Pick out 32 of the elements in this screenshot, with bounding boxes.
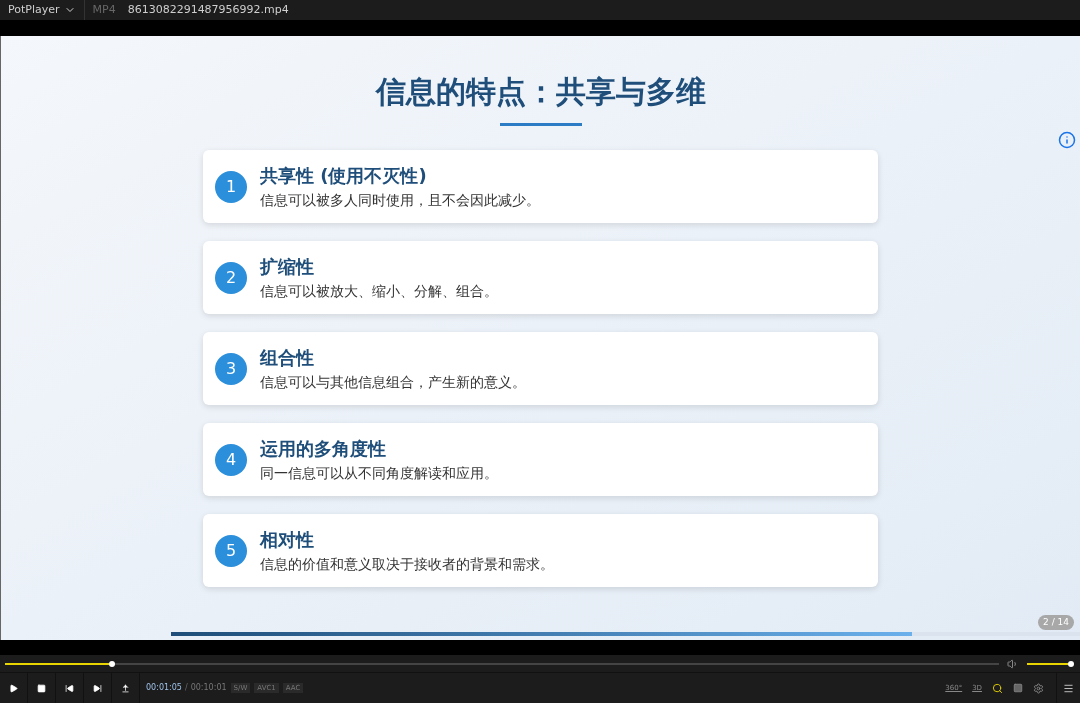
next-icon	[93, 683, 102, 693]
total-time: 00:10:01	[190, 682, 227, 694]
stop-icon	[37, 683, 46, 693]
point-heading: 运用的多角度性	[260, 436, 387, 461]
slide-title: 信息的特点：共享与多维	[375, 73, 706, 111]
point-heading: 组合性	[260, 345, 315, 370]
previous-icon	[65, 683, 74, 693]
volume-fill[interactable]	[1027, 662, 1071, 665]
panel-icon	[1013, 683, 1023, 693]
page-counter: 2 / 14	[1038, 614, 1074, 630]
app-menu-button[interactable]: PotPlayer	[0, 0, 85, 20]
time-separator: /	[184, 682, 188, 694]
file-name: 8613082291487956992.mp4	[126, 1, 290, 18]
settings-icon	[1033, 682, 1044, 694]
play-icon	[9, 683, 18, 693]
volume-thumb[interactable]	[1068, 660, 1074, 667]
seek-thumb[interactable]	[109, 660, 116, 667]
eject-icon	[121, 683, 130, 693]
format-label: MP4	[91, 1, 117, 18]
volume-icon	[1007, 657, 1019, 670]
search-icon	[992, 682, 1003, 694]
point-text: 信息可以与其他信息组合，产生新的意义。	[260, 372, 526, 392]
point-text: 信息可以被放大、缩小、分解、组合。	[260, 281, 498, 301]
point-text: 同一信息可以从不同角度解读和应用。	[260, 463, 498, 483]
point-text: 信息可以被多人同时使用，且不会因此减少。	[260, 190, 540, 210]
point-text: 信息的价值和意义取决于接收者的背景和需求。	[260, 554, 554, 574]
menu-icon	[1063, 682, 1074, 694]
current-time: 00:01:05	[146, 682, 182, 694]
seek-bar[interactable]	[5, 662, 999, 665]
point-heading: 共享性 (使用不灭性)	[260, 163, 428, 188]
point-heading: 扩缩性	[260, 254, 315, 279]
point-heading: 相对性	[260, 527, 315, 552]
